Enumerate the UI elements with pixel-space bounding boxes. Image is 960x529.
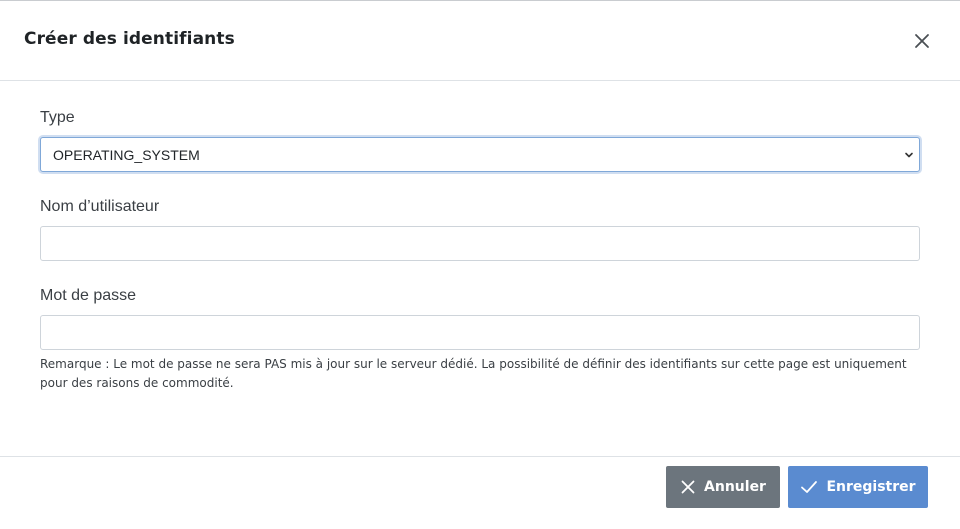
- dialog-footer: Annuler Enregistrer: [0, 456, 960, 529]
- save-button-label: Enregistrer: [826, 479, 916, 495]
- chevron-down-icon: [905, 152, 913, 158]
- password-label: Mot de passe: [40, 287, 137, 304]
- x-icon: [681, 480, 695, 494]
- save-button[interactable]: Enregistrer: [788, 466, 928, 508]
- cancel-button[interactable]: Annuler: [666, 466, 780, 508]
- type-label: Type: [40, 109, 75, 126]
- cancel-button-label: Annuler: [704, 479, 766, 495]
- dialog-title: Créer des identifiants: [24, 29, 235, 49]
- username-label: Nom d’utilisateur: [40, 198, 160, 215]
- password-input[interactable]: [40, 315, 920, 350]
- type-select[interactable]: OPERATING_SYSTEM: [40, 137, 920, 172]
- create-credentials-dialog: Créer des identifiants Type OPERATING_SY…: [0, 0, 960, 529]
- username-input[interactable]: [40, 226, 920, 261]
- check-icon: [801, 481, 818, 493]
- close-button[interactable]: [910, 29, 934, 53]
- type-select-value: OPERATING_SYSTEM: [53, 147, 200, 163]
- password-remark: Remarque : Le mot de passe ne sera PAS m…: [40, 357, 907, 390]
- close-icon: [915, 34, 929, 48]
- dialog-header: Créer des identifiants: [0, 1, 960, 81]
